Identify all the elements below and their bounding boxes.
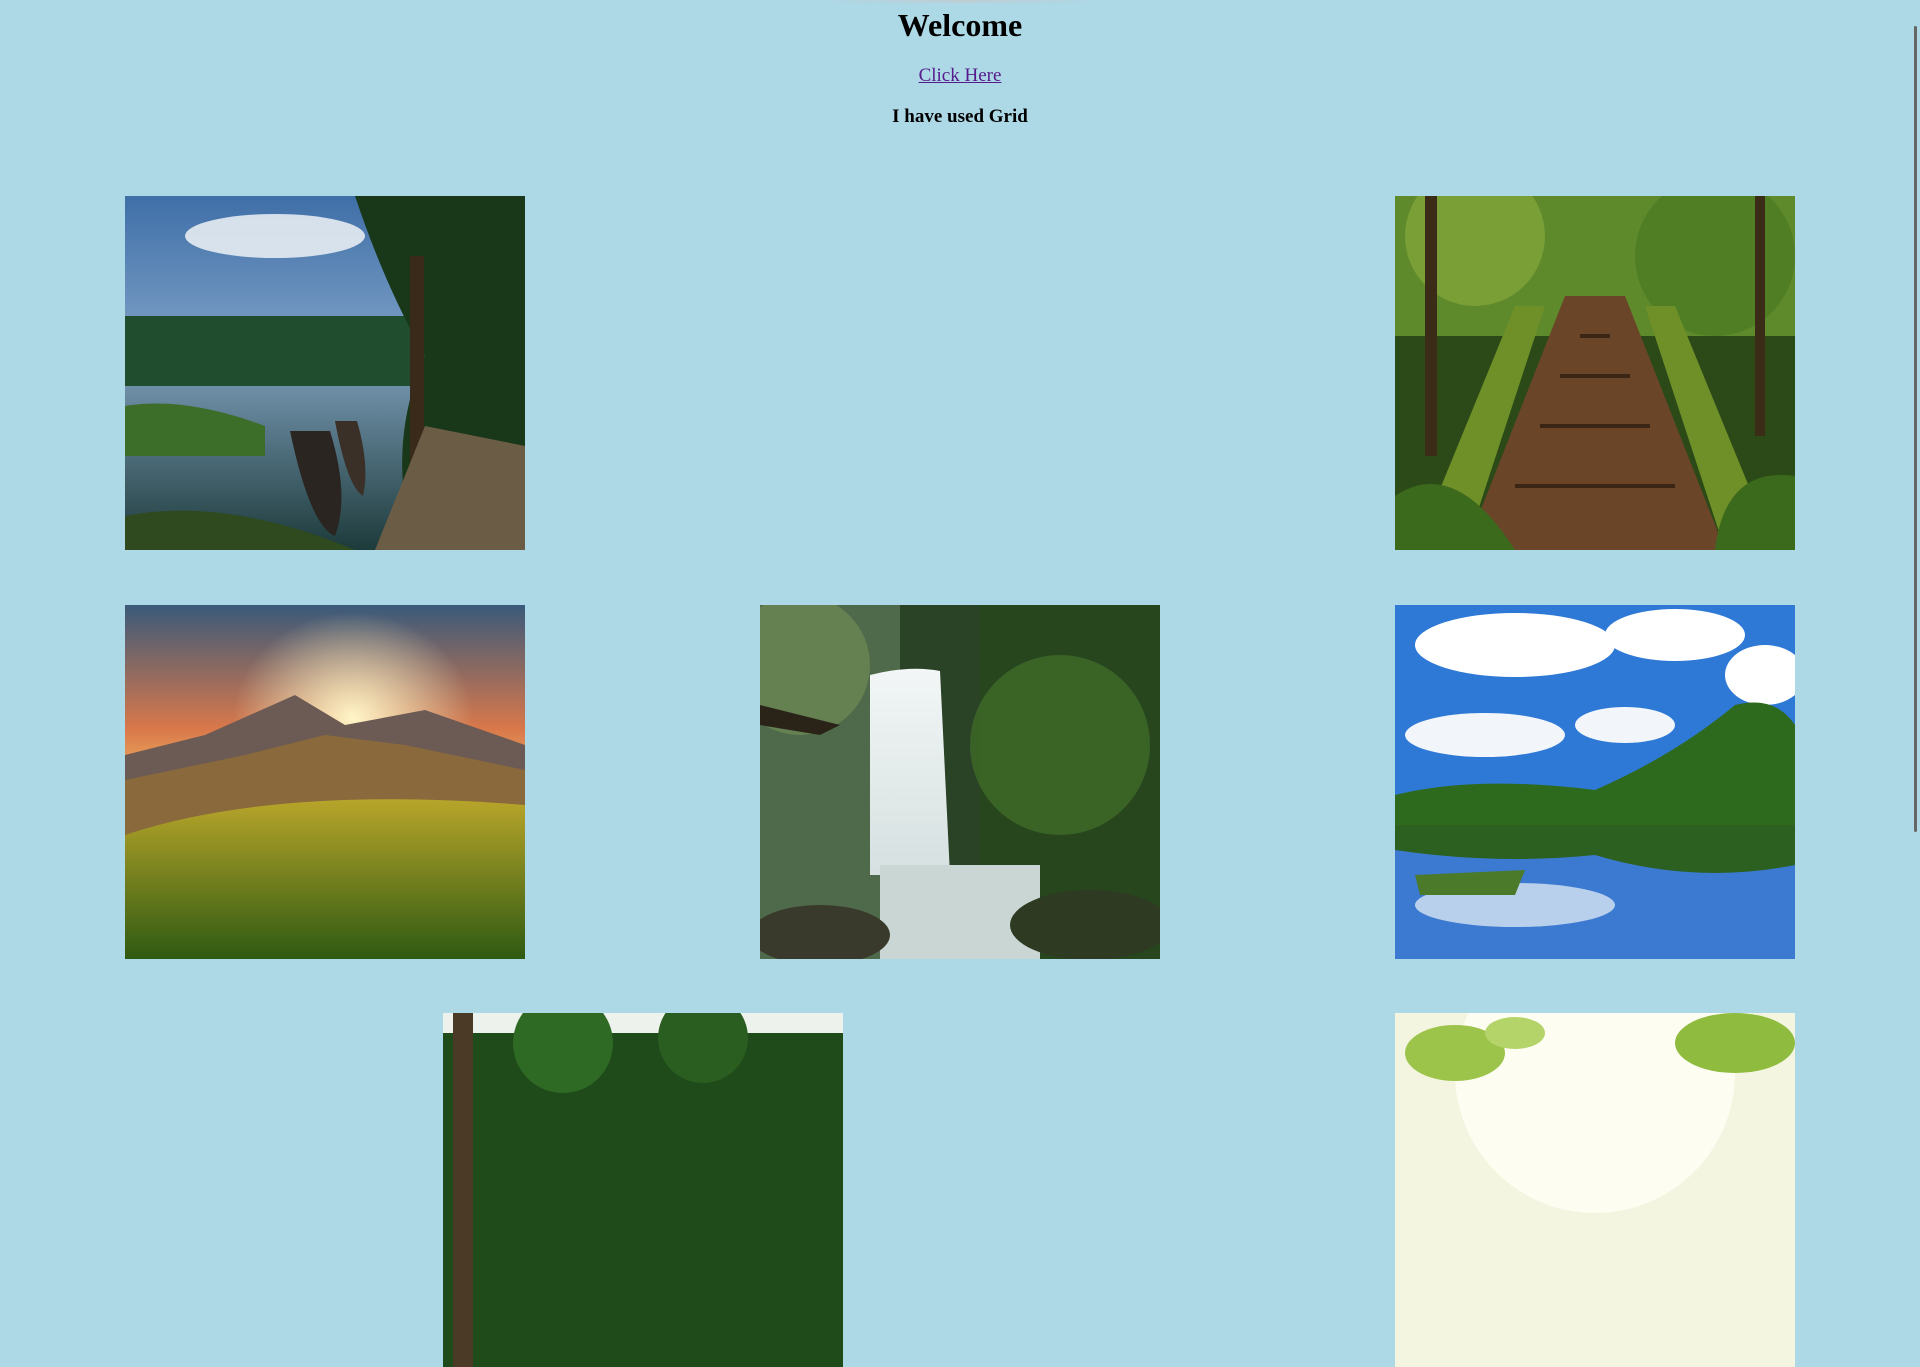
vertical-scrollbar[interactable] [1908,0,1920,1080]
click-here-link[interactable]: Click Here [0,64,1920,88]
mossy-forest-boardwalk-image [1395,196,1795,550]
jungle-waterfall-image [760,605,1160,959]
sunlit-leaves-image [1395,1013,1795,1367]
browser-top-edge [818,0,1104,3]
page-subtitle: I have used Grid [892,106,1028,127]
scrollbar-thumb[interactable] [1914,26,1917,832]
mountain-sunset-meadow-image [125,605,525,959]
backwater-canoes-image [125,196,525,550]
blue-sky-lake-reflection-image [1395,605,1795,959]
tropical-palms-image [443,1013,843,1367]
page-title: Welcome [897,7,1023,43]
